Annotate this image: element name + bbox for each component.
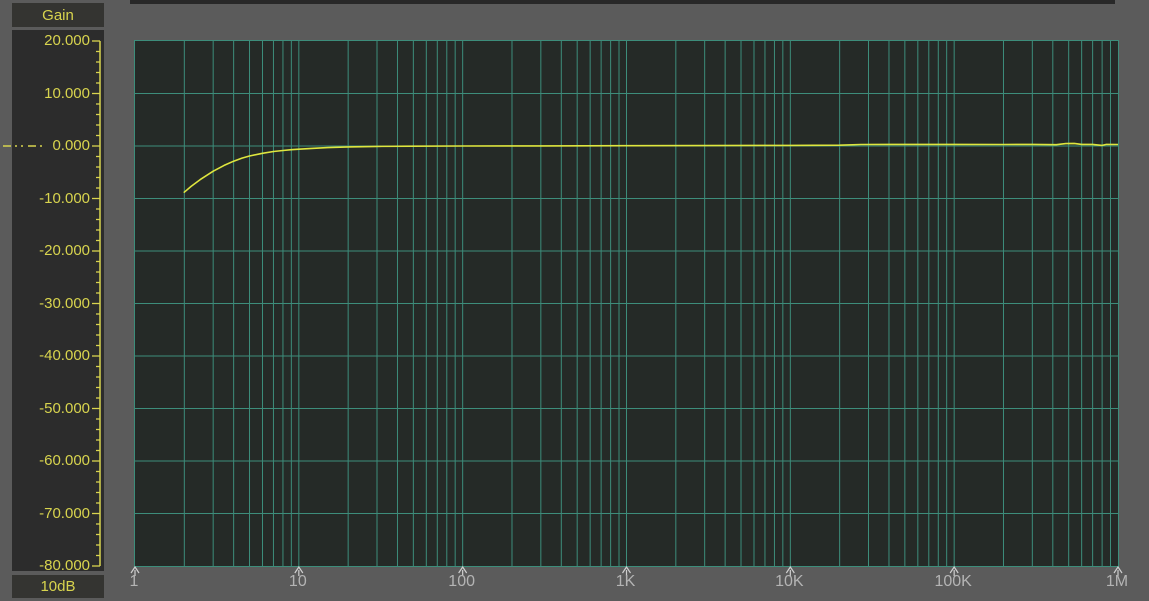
y-tick-label: -30.000	[20, 294, 90, 314]
y-tick-label: -10.000	[20, 189, 90, 209]
y-tick-label: -40.000	[20, 346, 90, 366]
x-tick-label: 10	[258, 573, 338, 591]
y-tick-label: -80.000	[20, 556, 90, 576]
y-tick-label: -70.000	[20, 504, 90, 524]
x-tick-label: 10K	[749, 573, 829, 591]
plot-area[interactable]	[134, 40, 1119, 567]
y-axis-title-box: Gain	[12, 3, 104, 27]
x-tick-label: 100K	[913, 573, 993, 591]
y-tick-label: 20.000	[20, 31, 90, 51]
plot-canvas	[135, 41, 1118, 566]
x-tick-label: 100	[422, 573, 502, 591]
y-tick-label: -60.000	[20, 451, 90, 471]
x-tick-label: 1K	[586, 573, 666, 591]
y-tick-label: 10.000	[20, 84, 90, 104]
y-tick-label: -50.000	[20, 399, 90, 419]
y-tick-label: -20.000	[20, 241, 90, 261]
x-tick-label: 1	[94, 573, 174, 591]
gain-curve	[184, 143, 1118, 192]
frequency-response-window: { "ui": { "header_label": "Gain", "foote…	[0, 0, 1149, 601]
y-axis-scale-label: 10dB	[40, 578, 75, 595]
top-divider	[130, 0, 1115, 4]
y-axis-label-panel: 20.00010.0000.000-10.000-20.000-30.000-4…	[12, 30, 104, 571]
y-axis-scale-box: 10dB	[12, 575, 104, 598]
y-axis-title: Gain	[42, 7, 74, 24]
x-tick-label: 1M	[1077, 573, 1149, 591]
zero-reference-marker-icon[interactable]	[2, 139, 46, 153]
